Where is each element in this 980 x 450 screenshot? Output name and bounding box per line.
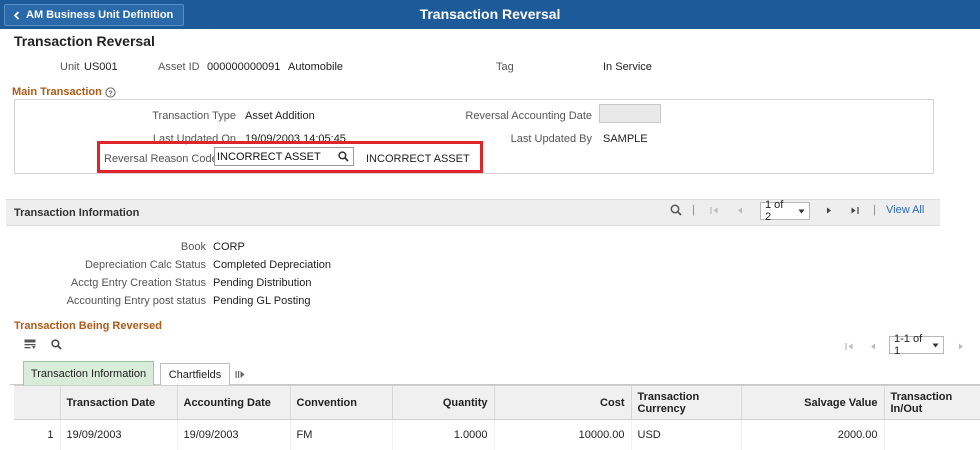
asset-status: In Service <box>603 61 652 73</box>
tab-chartfields[interactable]: Chartfields <box>160 363 230 385</box>
main-transaction-title: Main Transaction ? <box>12 86 116 98</box>
reversed-page-select[interactable]: 1-1 of 1 <box>889 333 944 357</box>
depreciation-calc-status-value: Completed Depreciation <box>213 259 332 271</box>
search-icon[interactable] <box>338 150 349 162</box>
row-number: 1 <box>47 428 54 441</box>
column-header-accounting-date: Accounting Date <box>176 385 290 420</box>
depreciation-calc-status-label: Depreciation Calc Status <box>84 259 206 271</box>
personalize-grid-icon[interactable] <box>24 338 36 350</box>
unit-label: Unit <box>60 61 80 73</box>
column-header-transaction-currency: Transaction Currency <box>630 385 741 420</box>
reason-code-input[interactable]: INCORRECT ASSET <box>214 147 354 166</box>
next-page-icon[interactable] <box>826 204 833 216</box>
accounting-entry-post-status-value: Pending GL Posting <box>213 295 311 307</box>
acctg-entry-creation-status-label: Acctg Entry Creation Status <box>70 277 206 289</box>
reason-code-input-value: INCORRECT ASSET <box>217 150 321 163</box>
unit-value: US001 <box>84 61 118 73</box>
cell-salvage-value: 2000.00 <box>740 419 884 450</box>
transaction-type-label: Transaction Type <box>152 110 236 122</box>
tab-transaction-information[interactable]: Transaction Information <box>23 361 154 385</box>
cell-transaction-in-out <box>883 419 980 450</box>
column-header-convention: Convention <box>289 385 392 420</box>
reversal-accounting-date-field <box>599 104 661 123</box>
dropdown-arrow-icon <box>798 205 805 217</box>
transaction-type-value: Asset Addition <box>245 110 315 122</box>
column-header-salvage-value: Salvage Value <box>740 385 884 420</box>
pager-separator-2: | <box>873 204 876 216</box>
column-header-row-number <box>14 385 60 420</box>
help-icon[interactable]: ? <box>105 86 116 98</box>
pager-separator: | <box>692 204 695 216</box>
dropdown-arrow-icon <box>932 339 939 351</box>
reversed-first-page-icon[interactable] <box>845 340 854 352</box>
column-header-quantity: Quantity <box>391 385 494 420</box>
asset-id-label: Asset ID <box>158 61 200 73</box>
page-title: Transaction Reversal <box>14 33 155 49</box>
last-page-icon[interactable] <box>850 204 859 216</box>
cell-cost: 10000.00 <box>493 419 631 450</box>
transaction-info-title: Transaction Information <box>14 207 140 219</box>
transaction-being-reversed-title: Transaction Being Reversed <box>14 320 162 332</box>
reversed-page-select-value: 1-1 of 1 <box>894 333 923 357</box>
cell-currency: USD <box>630 419 741 450</box>
asset-id-value: 000000000091 <box>207 61 281 73</box>
reversed-prev-page-icon[interactable] <box>869 340 876 352</box>
acctg-entry-creation-status-value: Pending Distribution <box>213 277 312 289</box>
svg-text:?: ? <box>108 88 113 97</box>
first-page-icon[interactable] <box>710 204 719 216</box>
last-updated-by-value: SAMPLE <box>603 133 648 145</box>
find-icon[interactable] <box>51 338 62 350</box>
column-header-transaction-date: Transaction Date <box>59 385 177 420</box>
main-transaction-title-text: Main Transaction <box>12 86 102 98</box>
reason-code-description: INCORRECT ASSET <box>366 153 470 165</box>
reversed-transactions-table: Transaction Date Accounting Date Convent… <box>14 385 980 450</box>
prev-page-icon[interactable] <box>736 204 743 216</box>
cell-quantity: 1.0000 <box>391 419 494 450</box>
reversal-accounting-date-label: Reversal Accounting Date <box>465 110 592 122</box>
cell-transaction-date: 19/09/2003 <box>59 419 177 450</box>
reversed-next-page-icon[interactable] <box>958 340 965 352</box>
accounting-entry-post-status-label: Accounting Entry post status <box>66 295 206 307</box>
grid-search-icon[interactable] <box>670 204 682 216</box>
show-all-columns-icon[interactable] <box>235 368 245 380</box>
column-header-transaction-in-out: Transaction In/Out <box>883 385 980 420</box>
table-row: 1 19/09/2003 19/09/2003 FM 1.0000 10000.… <box>14 419 980 450</box>
view-all-link[interactable]: View All <box>886 204 924 216</box>
book-value: CORP <box>213 241 245 253</box>
asset-description: Automobile <box>288 61 344 73</box>
reason-code-label: Reversal Reason Code <box>104 153 218 165</box>
cell-accounting-date: 19/09/2003 <box>176 419 290 450</box>
page-select-value: 1 of 2 <box>765 199 784 223</box>
banner-title: Transaction Reversal <box>419 6 561 22</box>
tag-label: Tag <box>496 61 514 73</box>
book-label: Book <box>180 241 206 253</box>
cell-convention: FM <box>289 419 392 450</box>
page-select[interactable]: 1 of 2 <box>760 199 810 223</box>
column-header-cost: Cost <box>493 385 631 420</box>
table-header-row: Transaction Date Accounting Date Convent… <box>14 385 980 420</box>
